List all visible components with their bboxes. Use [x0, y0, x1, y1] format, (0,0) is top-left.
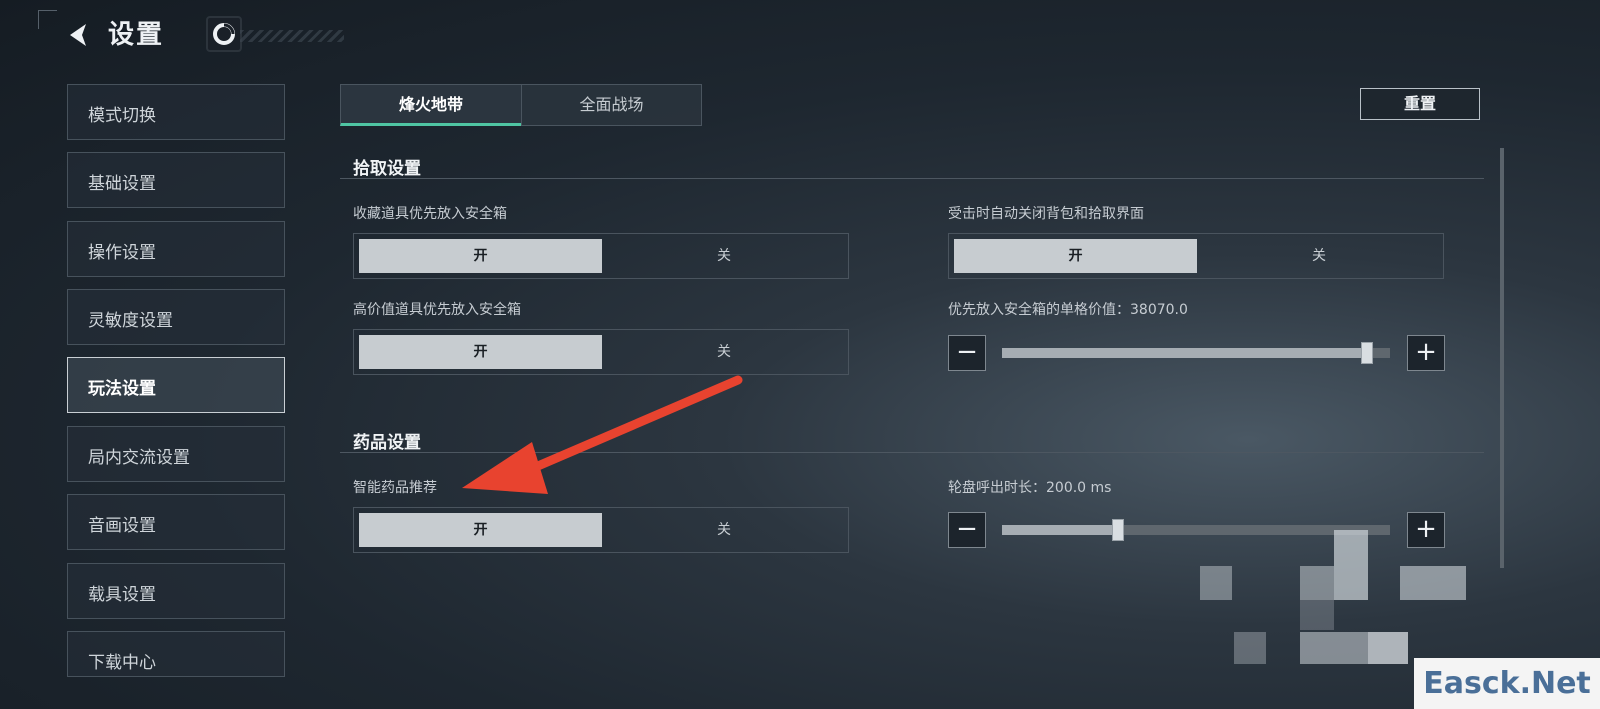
- setting-label-auto-close: 受击时自动关闭背包和拾取界面: [948, 206, 1144, 222]
- toggle-on-option[interactable]: 开: [359, 239, 602, 273]
- header-hatch-decoration: [240, 30, 344, 42]
- sidebar-item-gameplay[interactable]: 玩法设置: [67, 357, 285, 413]
- sidebar-item-sensitivity[interactable]: 灵敏度设置: [67, 289, 285, 345]
- sidebar-item-label: 操作设置: [88, 243, 156, 263]
- unit-value-slider[interactable]: [1002, 342, 1390, 364]
- sidebar-item-label: 音画设置: [88, 516, 156, 536]
- sidebar-item-label: 模式切换: [88, 106, 156, 126]
- sidebar-item-label: 基础设置: [88, 174, 156, 194]
- toggle-off-option[interactable]: 关: [1199, 239, 1439, 273]
- mode-tabs: 烽火地带 全面战场: [340, 84, 702, 126]
- setting-label-smart-recommend: 智能药品推荐: [353, 480, 437, 496]
- setting-label-unit-value: 优先放入安全箱的单格价值：38070.0: [948, 302, 1188, 318]
- toggle-smart-recommend: 开 关: [353, 507, 849, 553]
- toggle-off-option[interactable]: 关: [604, 335, 844, 369]
- section-title-medicine: 药品设置: [353, 433, 421, 453]
- scrollbar[interactable]: [1500, 148, 1504, 568]
- watermark: Easck.Net: [1414, 658, 1600, 709]
- annotation-arrow-icon: [462, 375, 743, 494]
- mosaic-obscured-area: [1198, 530, 1468, 670]
- sidebar-item-label: 灵敏度设置: [88, 311, 173, 331]
- game-logo-icon: [206, 16, 242, 52]
- sidebar-item-label: 局内交流设置: [88, 448, 190, 468]
- decrement-button[interactable]: −: [948, 512, 986, 548]
- toggle-on-option[interactable]: 开: [359, 513, 602, 547]
- setting-label-wheel-duration: 轮盘呼出时长：200.0 ms: [948, 480, 1112, 496]
- setting-label-high-value-safebox: 高价值道具优先放入安全箱: [353, 302, 521, 318]
- sidebar-item-mode-switch[interactable]: 模式切换: [67, 84, 285, 140]
- section-title-pickup: 拾取设置: [353, 159, 421, 179]
- toggle-off-option[interactable]: 关: [604, 239, 844, 273]
- reset-button[interactable]: 重置: [1360, 88, 1480, 120]
- slider-knob[interactable]: [1112, 519, 1124, 541]
- back-arrow-icon[interactable]: [62, 18, 96, 52]
- toggle-on-option[interactable]: 开: [954, 239, 1197, 273]
- setting-label-collect-safebox: 收藏道具优先放入安全箱: [353, 206, 507, 222]
- tab-hazard-zone[interactable]: 烽火地带: [340, 84, 522, 126]
- increment-button[interactable]: +: [1407, 335, 1445, 371]
- toggle-auto-close: 开 关: [948, 233, 1444, 279]
- slider-fill: [1002, 525, 1118, 535]
- sidebar-item-vehicle[interactable]: 载具设置: [67, 563, 285, 619]
- sidebar-item-controls[interactable]: 操作设置: [67, 221, 285, 277]
- sidebar-item-audio-video[interactable]: 音画设置: [67, 494, 285, 550]
- toggle-collect-safebox: 开 关: [353, 233, 849, 279]
- page-title: 设置: [108, 20, 165, 50]
- decrement-button[interactable]: −: [948, 335, 986, 371]
- sidebar-item-download[interactable]: 下载中心: [67, 631, 285, 677]
- tab-full-battlefield[interactable]: 全面战场: [521, 84, 702, 126]
- sidebar-item-basic[interactable]: 基础设置: [67, 152, 285, 208]
- sidebar-item-label: 玩法设置: [88, 379, 156, 399]
- slider-fill: [1002, 348, 1367, 358]
- sidebar-item-label: 载具设置: [88, 585, 156, 605]
- slider-knob[interactable]: [1361, 342, 1373, 364]
- sidebar-item-communication[interactable]: 局内交流设置: [67, 426, 285, 482]
- sidebar-item-label: 下载中心: [88, 653, 156, 673]
- toggle-on-option[interactable]: 开: [359, 335, 602, 369]
- corner-decoration: [38, 10, 57, 29]
- toggle-off-option[interactable]: 关: [604, 513, 844, 547]
- toggle-high-value-safebox: 开 关: [353, 329, 849, 375]
- section-divider: [340, 178, 1484, 179]
